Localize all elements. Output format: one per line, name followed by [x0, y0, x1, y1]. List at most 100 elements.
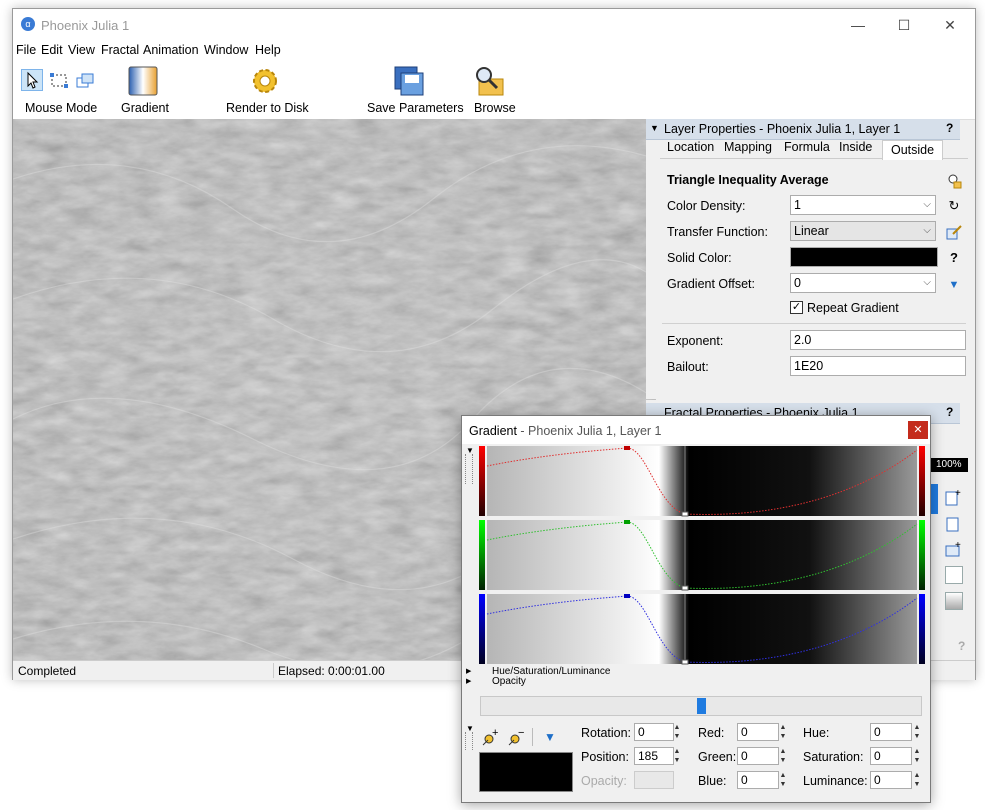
- opacity-section-label[interactable]: Opacity: [492, 676, 526, 687]
- elapsed-time: Elapsed: 0:00:01.00: [278, 664, 385, 678]
- rect-select-button[interactable]: [49, 71, 69, 91]
- insert-point-icon[interactable]: +: [482, 727, 500, 746]
- hue-spinner[interactable]: ▲ ▼: [912, 723, 922, 741]
- title-bar: α Phoenix Julia 1 — ☐ ✕: [13, 9, 975, 41]
- triangle-down-icon[interactable]: ▼: [544, 730, 556, 744]
- gradient-button[interactable]: [127, 65, 159, 97]
- menu-help[interactable]: Help: [255, 43, 281, 57]
- help-icon[interactable]: ?: [946, 405, 953, 419]
- red-field[interactable]: 0: [737, 723, 779, 741]
- repeat-gradient-checkbox[interactable]: ✓: [790, 301, 803, 314]
- red-channel[interactable]: [479, 446, 925, 517]
- menu-animation[interactable]: Animation: [143, 43, 199, 57]
- select-mode-button[interactable]: [21, 69, 43, 91]
- gradient-offset-field[interactable]: 0 ⌵: [790, 273, 936, 293]
- help-icon[interactable]: ?: [946, 250, 962, 266]
- luminance-label: Luminance:: [803, 774, 868, 788]
- zoom-value: 100%: [936, 459, 962, 470]
- add-mask-icon[interactable]: +: [944, 540, 962, 558]
- close-button[interactable]: ✕: [908, 421, 928, 439]
- color-density-label: Color Density:: [667, 199, 746, 213]
- save-parameters-button[interactable]: [393, 65, 425, 97]
- color-density-field[interactable]: 1 ⌵: [790, 195, 936, 215]
- rotation-label: Rotation:: [581, 726, 632, 740]
- position-field[interactable]: 185: [634, 747, 674, 765]
- tab-inside[interactable]: Inside: [833, 136, 878, 158]
- tab-outside[interactable]: Outside: [882, 140, 944, 160]
- menu-bar: File Edit View Fractal Animation Window …: [13, 41, 975, 61]
- render-button[interactable]: [249, 65, 281, 97]
- minimize-button[interactable]: —: [835, 9, 881, 41]
- blue-channel[interactable]: [479, 594, 925, 665]
- green-channel[interactable]: [479, 520, 925, 591]
- merge-layer-button[interactable]: [945, 592, 963, 610]
- expand-icon[interactable]: ▶: [466, 677, 471, 685]
- position-spinner[interactable]: ▲ ▼: [672, 747, 682, 765]
- menu-view[interactable]: View: [68, 43, 95, 57]
- browse-label: Browse: [474, 101, 516, 115]
- help-icon[interactable]: ?: [946, 121, 953, 135]
- tab-mapping[interactable]: Mapping: [718, 136, 778, 158]
- position-label: Position:: [581, 750, 629, 764]
- opacity-field[interactable]: [634, 771, 674, 789]
- close-button[interactable]: ✕: [927, 9, 973, 41]
- rgb-curve-editor[interactable]: [477, 446, 927, 666]
- red-spinner[interactable]: ▲ ▼: [778, 723, 788, 741]
- tab-formula[interactable]: Formula: [778, 136, 836, 158]
- triangle-down-icon[interactable]: ▼: [946, 277, 962, 293]
- bailout-label: Bailout:: [667, 360, 709, 374]
- saturation-label: Saturation:: [803, 750, 864, 764]
- menu-file[interactable]: File: [16, 43, 36, 57]
- browse-button[interactable]: [473, 65, 505, 97]
- solid-color-swatch[interactable]: [790, 247, 938, 267]
- saturation-spinner[interactable]: ▲ ▼: [912, 747, 922, 765]
- menu-fractal[interactable]: Fractal: [101, 43, 139, 57]
- luminance-field[interactable]: 0: [870, 771, 912, 789]
- status-separator: [273, 663, 274, 678]
- tab-location[interactable]: Location: [661, 136, 720, 158]
- toggle-layer-button[interactable]: [945, 566, 963, 584]
- gradient-label: Gradient: [121, 101, 169, 115]
- add-layer-icon[interactable]: +: [944, 488, 962, 506]
- grip-icon[interactable]: [465, 454, 473, 484]
- exponent-field[interactable]: 2.0: [790, 330, 966, 350]
- svg-text:−: −: [518, 728, 524, 739]
- app-icon: α: [21, 17, 35, 31]
- red-label: Red:: [698, 726, 725, 740]
- color-swatch[interactable]: [479, 752, 573, 792]
- expand-icon[interactable]: ▶: [466, 667, 471, 675]
- reset-icon[interactable]: ↻: [946, 198, 962, 214]
- bailout-field[interactable]: 1E20: [790, 356, 966, 376]
- help-icon[interactable]: ?: [958, 639, 965, 653]
- saturation-field[interactable]: 0: [870, 747, 912, 765]
- hue-field[interactable]: 0: [870, 723, 912, 741]
- chevron-down-icon: ⌵: [923, 225, 931, 236]
- status-text: Completed: [18, 664, 77, 678]
- slider-thumb[interactable]: [697, 698, 706, 714]
- remove-point-icon[interactable]: −: [508, 727, 526, 746]
- blue-field[interactable]: 0: [737, 771, 779, 789]
- maximize-button[interactable]: ☐: [881, 9, 927, 41]
- gradient-curves-area[interactable]: ▼: [462, 444, 930, 666]
- blue-spinner[interactable]: ▲ ▼: [778, 771, 788, 789]
- transfer-function-select[interactable]: Linear ⌵: [790, 221, 936, 241]
- chevron-down-icon: ⌵: [923, 277, 931, 288]
- rotation-spinner[interactable]: ▲ ▼: [672, 723, 682, 741]
- green-field[interactable]: 0: [737, 747, 779, 765]
- grip-icon[interactable]: [465, 732, 473, 750]
- menu-window[interactable]: Window: [204, 43, 248, 57]
- gradient-position-slider[interactable]: [480, 696, 922, 716]
- repeat-gradient-label: Repeat Gradient: [807, 301, 899, 315]
- browse-formula-icon[interactable]: [946, 173, 962, 189]
- edit-icon[interactable]: [946, 224, 962, 240]
- menu-edit[interactable]: Edit: [41, 43, 63, 57]
- collapse-icon[interactable]: ▼: [650, 123, 659, 133]
- opacity-label: Opacity:: [581, 774, 627, 788]
- duplicate-layer-icon[interactable]: [944, 515, 962, 533]
- green-spinner[interactable]: ▲ ▼: [778, 747, 788, 765]
- green-label: Green:: [698, 750, 737, 764]
- blue-label: Blue:: [698, 774, 727, 788]
- luminance-spinner[interactable]: ▲ ▼: [912, 771, 922, 789]
- rotation-field[interactable]: 0: [634, 723, 674, 741]
- window-mode-button[interactable]: [75, 71, 95, 91]
